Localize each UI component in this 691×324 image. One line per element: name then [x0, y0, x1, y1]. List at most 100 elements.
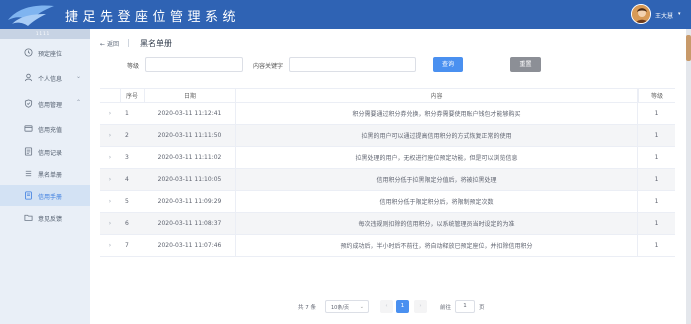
expand-row-icon[interactable]: › [100, 147, 120, 168]
divider [128, 39, 129, 47]
avatar[interactable] [631, 4, 651, 24]
avatar-image-icon [632, 5, 650, 23]
row-date: 2020-03-11 11:08:37 [157, 220, 222, 227]
shield-icon [24, 99, 33, 108]
expand-column-header [100, 89, 120, 102]
chevron-up-icon: ⌃ [76, 99, 82, 106]
table-row[interactable]: › 1 2020-03-11 11:12:41 积分需要通过积分券兑换，积分券需… [100, 103, 675, 125]
table-row[interactable]: › 6 2020-03-11 11:08:37 每次违规则扣除的信用积分，以系统… [100, 213, 675, 235]
row-level: 1 [654, 176, 659, 183]
page-title: 黑名单册 [140, 39, 172, 48]
row-no: 6 [125, 220, 129, 227]
sidebar-item-blacklist[interactable]: 黑名单册 [0, 163, 90, 184]
expand-row-icon[interactable]: › [100, 235, 120, 256]
column-header-content: 内容 [235, 89, 638, 102]
level-label: 等级 [127, 63, 140, 70]
goto-label: 前往 [440, 305, 452, 311]
arrow-left-icon: ← [100, 41, 106, 48]
sidebar-item-reserve-seat[interactable]: 预定座位 [0, 42, 90, 63]
table-row[interactable]: › 7 2020-03-11 11:07:46 预约成功后，半小时后不前往，将自… [100, 235, 675, 257]
row-no: 5 [125, 198, 129, 205]
back-button[interactable]: ← 返回 [100, 39, 119, 48]
scrollbar[interactable] [686, 29, 691, 324]
table-row[interactable]: › 4 2020-03-11 11:10:05 信用积分低于拉黑限定分值后，将被… [100, 169, 675, 191]
level-input[interactable] [145, 57, 243, 72]
content-panel: ← 返回 黑名单册 等级 内容关键字 查询 重置 序号 日期 内容 等级 › 1… [90, 29, 686, 324]
reset-button[interactable]: 重置 [510, 57, 541, 72]
goto-page-input[interactable]: 1 [455, 300, 475, 313]
row-no: 7 [125, 242, 129, 249]
row-date: 2020-03-11 11:07:46 [157, 242, 222, 249]
page-size-select[interactable]: 10条/页 ⌄ [325, 300, 369, 313]
row-level: 1 [654, 220, 659, 227]
folder-icon [24, 214, 33, 221]
row-content: 积分需要通过积分券兑换，积分券需要使用账户钱包才能够购买 [235, 103, 638, 124]
row-no: 1 [125, 110, 129, 117]
scrollbar-thumb[interactable] [686, 35, 691, 61]
pagination: 共 7 条 10条/页 ⌄ ‹ 1 › 前往 1 页 [90, 299, 686, 314]
sidebar-collapse-label: 1111 [36, 31, 51, 36]
sidebar-item-label: 信用管理 [38, 102, 63, 109]
clock-icon [24, 48, 33, 57]
sidebar-item-label: 预定座位 [38, 51, 63, 58]
page-suffix-label: 页 [479, 305, 485, 311]
next-page-button[interactable]: › [414, 300, 427, 313]
expand-row-icon[interactable]: › [100, 169, 120, 190]
table-row[interactable]: › 5 2020-03-11 11:09:29 信用积分低于限定积分后，将限制预… [100, 191, 675, 213]
row-date: 2020-03-11 11:10:05 [157, 176, 222, 183]
user-icon [24, 73, 33, 82]
sidebar-item-credit-management[interactable]: 信用管理 ⌃ [0, 93, 90, 114]
sidebar-item-label: 信用手册 [38, 194, 63, 201]
book-icon [25, 191, 32, 200]
row-date: 2020-03-11 11:11:02 [157, 154, 222, 161]
query-button[interactable]: 查询 [433, 57, 463, 72]
sidebar-item-label: 个人信息 [38, 76, 63, 83]
sidebar-item-label: 意见反馈 [38, 216, 63, 223]
row-content: 信用积分低于拉黑限定分值后，将被拉黑处理 [235, 169, 638, 190]
row-content: 预约成功后，半小时后不前往，将自动释放已预定座位，并扣除信用积分 [235, 235, 638, 256]
table-row[interactable]: › 3 2020-03-11 11:11:02 拉黑处理的用户，无权进行座位预定… [100, 147, 675, 169]
table-row[interactable]: › 2 2020-03-11 11:11:50 拉黑的用户可以通过提高信用积分的… [100, 125, 675, 147]
sidebar-collapse-bar[interactable]: 1111 [0, 29, 90, 39]
row-content: 信用积分低于限定积分后，将限制预定次数 [235, 191, 638, 212]
expand-row-icon[interactable]: › [100, 213, 120, 234]
row-date: 2020-03-11 11:11:50 [157, 132, 222, 139]
page-number-current[interactable]: 1 [396, 300, 409, 313]
keyword-label: 内容关键字 [253, 63, 284, 70]
chevron-down-icon[interactable]: ▾ [678, 11, 681, 17]
row-date: 2020-03-11 11:12:41 [157, 110, 222, 117]
sidebar-item-credit-records[interactable]: 信用记录 [0, 141, 90, 162]
row-level: 1 [654, 198, 659, 205]
expand-row-icon[interactable]: › [100, 103, 120, 124]
sidebar-item-feedback[interactable]: 意见反馈 [0, 207, 90, 228]
row-no: 4 [125, 176, 129, 183]
row-level: 1 [654, 132, 659, 139]
row-no: 3 [125, 154, 129, 161]
row-level: 1 [654, 242, 659, 249]
sidebar-item-credit-recharge[interactable]: 信用充值 [0, 118, 90, 139]
card-icon [24, 125, 33, 132]
sidebar-item-credit-manual[interactable]: 信用手册 [0, 185, 90, 206]
column-header-no: 序号 [120, 89, 144, 102]
row-content: 拉黑处理的用户，无权进行座位预定功能，但是可以浏览信息 [235, 147, 638, 168]
row-no: 2 [125, 132, 129, 139]
expand-row-icon[interactable]: › [100, 191, 120, 212]
back-label: 返回 [106, 41, 119, 48]
app-title: 捷足先登座位管理系统 [65, 10, 241, 25]
expand-row-icon[interactable]: › [100, 125, 120, 146]
column-header-date: 日期 [144, 89, 235, 102]
sidebar-item-profile[interactable]: 个人信息 ⌄ [0, 67, 90, 88]
sidebar: 1111 预定座位 个人信息 ⌄ 信用管理 ⌃ 信用充值 信用记录 黑名单册 信… [0, 29, 90, 324]
user-name[interactable]: 王大慧 [655, 11, 673, 20]
row-level: 1 [654, 154, 659, 161]
prev-page-button[interactable]: ‹ [380, 300, 393, 313]
row-content: 每次违规则扣除的信用积分，以系统管理员当时设定的为准 [235, 213, 638, 234]
logo-icon [8, 5, 54, 26]
chevron-down-icon: ⌄ [359, 304, 364, 310]
page-size-value: 10条/页 [331, 305, 350, 311]
row-level: 1 [654, 110, 659, 117]
keyword-input[interactable] [289, 57, 416, 72]
user-menu[interactable]: 王大慧 ▾ [631, 3, 691, 25]
sidebar-item-label: 黑名单册 [38, 172, 63, 179]
chevron-down-icon: ⌄ [76, 73, 82, 80]
